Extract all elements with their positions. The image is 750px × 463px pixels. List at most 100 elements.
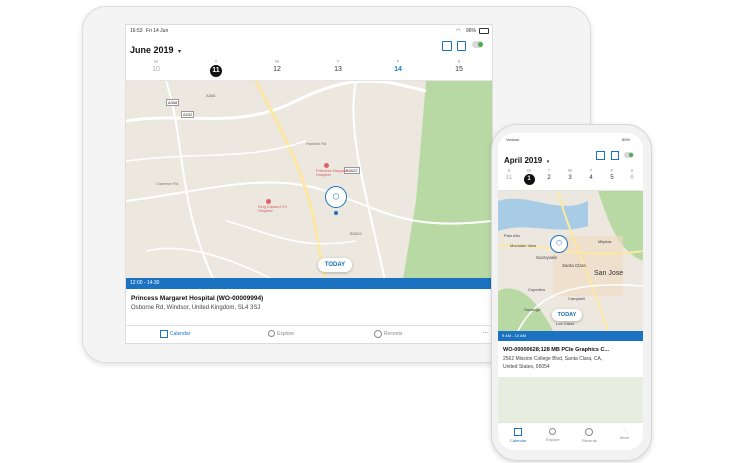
day-letter: F [610, 168, 614, 173]
day-letter: W [567, 168, 573, 173]
event-title: WO-00000628;128 MB PCIe Graphics C... [503, 347, 610, 353]
sync-cloud-icon[interactable] [472, 41, 483, 48]
event-card[interactable]: Princess Margaret Hospital (WO-00009994)… [126, 289, 492, 325]
day-cell[interactable]: S6 [623, 168, 641, 181]
day-cell[interactable]: M 10 [146, 59, 166, 73]
day-letter: W [274, 59, 280, 64]
tab-label: More [620, 435, 630, 440]
tab-recents[interactable]: Recents [582, 428, 597, 443]
map-view[interactable]: Palo Alto Mountain View Sunnyvale Santa … [498, 191, 643, 331]
more-icon[interactable]: ⋯ [482, 329, 489, 337]
day-cell[interactable]: F5 [603, 168, 621, 181]
day-cell[interactable]: W 12 [267, 59, 287, 73]
map-city-label: Cupertino [528, 287, 546, 292]
location-marker-icon[interactable]: ⬡ [550, 235, 568, 253]
tab-label: Recents [384, 331, 403, 337]
day-letter: F [396, 59, 400, 64]
map-city-label: Palo Alto [504, 233, 520, 238]
day-number: 3 [568, 175, 572, 181]
day-cell[interactable]: W3 [561, 168, 579, 181]
day-letter: S [630, 168, 634, 173]
calendar-header: June 2019 ▾ [126, 37, 492, 55]
status-date: Fri 14 Jun [146, 28, 169, 34]
today-button[interactable]: TODAY [318, 258, 352, 272]
event-time-bar: 9 AM - 10 AM [498, 331, 643, 341]
list-view-icon[interactable] [457, 41, 466, 51]
day-letter: S [507, 168, 511, 173]
event-time: 9 AM - 10 AM [502, 333, 527, 338]
phone-screen: Verizon 60% April 2019 ▾ S 31 M1 T2 W3 T4… [498, 133, 643, 450]
status-bar: Verizon 60% [498, 133, 643, 143]
event-card[interactable]: WO-00000628;128 MB PCIe Graphics C... 25… [498, 341, 643, 377]
search-icon [268, 330, 275, 337]
map-city-label: Sunnyvale [536, 255, 558, 260]
status-carrier: Verizon [506, 137, 520, 142]
status-battery: 96% [466, 28, 477, 34]
map-city-label: Saratoga [524, 307, 541, 312]
marker-dot [334, 211, 338, 215]
event-address: Osborne Rd, Windsor, United Kingdom, SL4… [131, 305, 261, 311]
map-road-label: B3022 [350, 231, 362, 236]
map-city-label: Mountain View [510, 243, 537, 248]
status-battery: 60% [622, 137, 631, 142]
tab-explore[interactable]: Explore [546, 428, 560, 442]
day-number: 5 [610, 175, 614, 181]
status-time: 16:53 [130, 28, 143, 34]
map-street-label: Clarence Rd [156, 181, 179, 186]
map-view-lower[interactable] [498, 377, 643, 422]
tab-label: Calendar [170, 331, 191, 337]
map-road-label: A308 [166, 99, 180, 106]
map-street-label: Hadrian Rd [306, 141, 327, 146]
day-number: 31 [505, 175, 513, 181]
battery-icon [479, 28, 489, 34]
map-road-label: A308 [206, 93, 216, 98]
day-number: 4 [589, 175, 593, 181]
clock-icon [374, 330, 382, 338]
day-cell[interactable]: T4 [582, 168, 600, 181]
map-view-icon[interactable] [596, 151, 605, 160]
tab-label: Explore [277, 330, 294, 337]
status-bar: 16:53 Fri 14 Jun ◠ 96% [126, 25, 492, 37]
search-icon [549, 428, 557, 435]
tab-calendar[interactable]: Calendar [160, 330, 190, 338]
list-view-icon[interactable] [611, 151, 619, 160]
day-cell-today[interactable]: F 14 [388, 59, 408, 73]
sync-cloud-icon[interactable] [624, 152, 634, 158]
event-time-bar: 12:00 - 14:30 [126, 278, 492, 289]
day-cell[interactable]: T2 [540, 168, 558, 181]
day-number: 14 [394, 66, 402, 73]
day-number: 1 [523, 174, 535, 185]
day-number: 13 [334, 66, 342, 73]
tab-label: Calendar [510, 438, 527, 443]
day-cell[interactable]: S 15 [449, 59, 469, 73]
tab-calendar[interactable]: Calendar [510, 428, 526, 443]
tab-recents[interactable]: Recents [374, 330, 402, 338]
day-number: 2 [547, 175, 551, 181]
day-cell-selected[interactable]: M1 [520, 168, 538, 185]
map-city-label: San Jose [594, 270, 624, 277]
location-marker-icon[interactable]: ⬡ [325, 186, 347, 208]
tab-more[interactable]: ⋯ More [620, 428, 629, 440]
map-view-icon[interactable] [442, 41, 452, 51]
day-number: 10 [152, 66, 160, 73]
tab-explore[interactable]: Explore [268, 330, 294, 337]
day-cell[interactable]: T 13 [328, 59, 348, 73]
week-strip: M10 T11 W12 T13 F14 S15 S16 [126, 56, 492, 81]
chevron-down-icon: ▾ [177, 49, 181, 55]
day-letter: T [589, 168, 593, 173]
day-number: 6 [630, 175, 634, 181]
day-cell-selected[interactable]: T 11 [206, 59, 226, 77]
tab-label: Recents [582, 438, 597, 443]
event-time: 12:00 - 14:30 [130, 280, 160, 286]
map-view[interactable]: A308 A332 B3022 A308 B3022 Hadrian Rd Cl… [126, 81, 492, 285]
month-title: June 2019 [130, 45, 174, 55]
map-road-label: A332 [181, 111, 195, 118]
day-cell[interactable]: S 31 [500, 168, 518, 181]
tab-bar: Calendar Explore Recents ⋯ More [498, 422, 643, 450]
day-number: 12 [273, 66, 281, 73]
day-number: 15 [455, 66, 463, 73]
tab-label: Explore [546, 437, 560, 442]
map-city-label: Santa Clara [562, 263, 586, 268]
map-poi-label: King Edward VII Hospital [258, 204, 287, 214]
today-button[interactable]: TODAY [552, 309, 582, 321]
